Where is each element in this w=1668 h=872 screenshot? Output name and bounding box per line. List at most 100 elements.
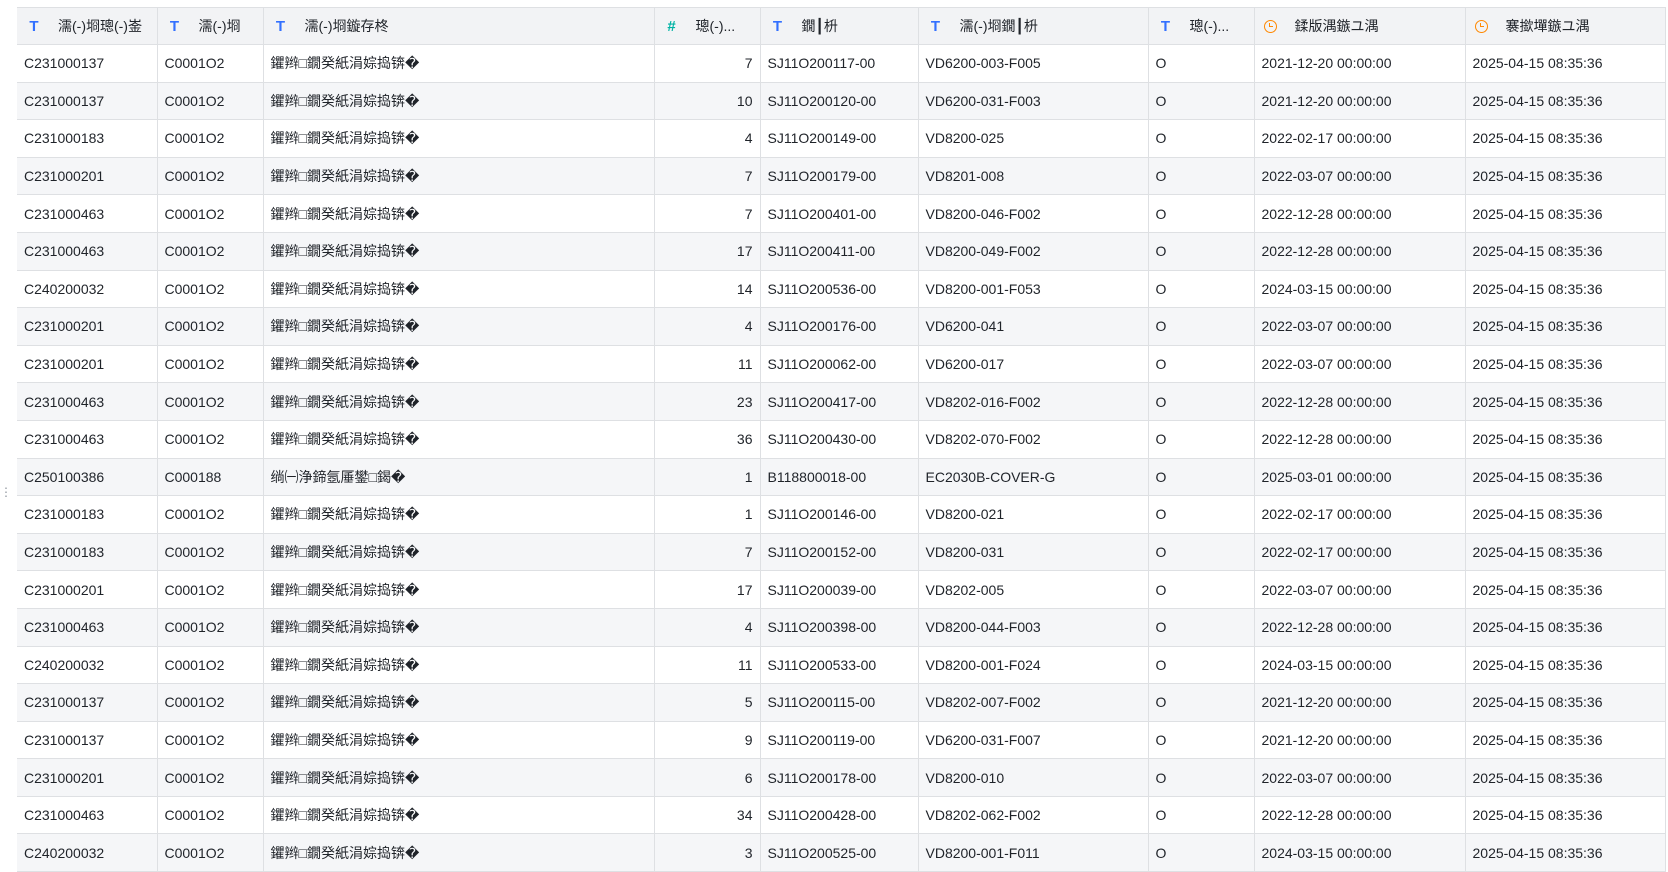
table-cell[interactable]: 2022-12-28 00:00:00 [1254,194,1466,233]
table-cell[interactable]: 鑺辫□鐗癸紙涓婃捣锛� [263,796,655,835]
table-cell[interactable]: C0001O2 [157,608,264,647]
table-cell[interactable]: C240200032 [17,833,158,872]
table-cell[interactable]: 2025-04-15 08:35:36 [1465,420,1666,459]
table-cell[interactable]: 鑺辫□鐗癸紙涓婃捣锛� [263,646,655,685]
table-cell[interactable]: VD8202-062-F002 [918,796,1149,835]
table-cell[interactable]: 2025-04-15 08:35:36 [1465,646,1666,685]
column-header[interactable]: T 濡(-)埛 [157,7,264,45]
table-row[interactable]: C231000463 C0001O2 鑺辫□鐗癸紙涓婃捣锛� 34 SJ11O20042… [17,796,1666,835]
table-cell[interactable]: 2025-04-15 08:35:36 [1465,570,1666,609]
table-cell[interactable]: C0001O2 [157,194,264,233]
table-cell[interactable]: 2025-04-15 08:35:36 [1465,608,1666,647]
table-cell[interactable]: 11 [654,345,761,384]
table-cell[interactable]: 绱㈠浄鍗氬厜鐢□鍻� [263,458,655,497]
table-cell[interactable]: VD8200-031 [918,533,1149,572]
table-cell[interactable]: 17 [654,232,761,271]
table-cell[interactable]: SJ11O200039-00 [760,570,919,609]
table-cell[interactable]: C231000183 [17,119,158,158]
table-row[interactable]: C250100386 C000188 绱㈠浄鍗氬厜鐢□鍻� 1 B118800018-0… [17,458,1666,497]
table-cell[interactable]: 6 [654,758,761,797]
table-cell[interactable]: 2025-04-15 08:35:36 [1465,721,1666,760]
table-cell[interactable]: 2021-12-20 00:00:00 [1254,721,1466,760]
table-cell[interactable]: O [1148,533,1255,572]
table-cell[interactable]: 23 [654,382,761,421]
table-cell[interactable]: SJ11O200120-00 [760,82,919,121]
table-cell[interactable]: C231000201 [17,570,158,609]
table-cell[interactable]: 2024-03-15 00:00:00 [1254,646,1466,685]
table-cell[interactable]: O [1148,270,1255,309]
table-cell[interactable]: 2022-03-07 00:00:00 [1254,570,1466,609]
table-cell[interactable]: EC2030B-COVER-G [918,458,1149,497]
table-cell[interactable]: VD6200-031-F003 [918,82,1149,121]
table-row[interactable]: C231000201 C0001O2 鑺辫□鐗癸紙涓婃捣锛� 6 SJ11O200178… [17,758,1666,797]
table-cell[interactable]: C0001O2 [157,646,264,685]
column-header[interactable]: T 濡(-)埛鏇存柊 [263,7,655,45]
table-cell[interactable]: 2025-04-15 08:35:36 [1465,495,1666,534]
table-cell[interactable]: C0001O2 [157,345,264,384]
table-cell[interactable]: 2025-04-15 08:35:36 [1465,157,1666,196]
table-cell[interactable]: 2022-12-28 00:00:00 [1254,608,1466,647]
table-cell[interactable]: C0001O2 [157,270,264,309]
table-cell[interactable]: O [1148,608,1255,647]
table-cell[interactable]: 2022-02-17 00:00:00 [1254,533,1466,572]
table-cell[interactable]: O [1148,44,1255,83]
table-cell[interactable]: 7 [654,157,761,196]
table-cell[interactable]: 2025-04-15 08:35:36 [1465,307,1666,346]
table-cell[interactable]: C231000463 [17,232,158,271]
table-row[interactable]: C231000463 C0001O2 鑺辫□鐗癸紙涓婃捣锛� 17 SJ11O20041… [17,232,1666,271]
table-row[interactable]: C231000183 C0001O2 鑺辫□鐗癸紙涓婃捣锛� 4 SJ11O200149… [17,119,1666,158]
table-cell[interactable]: C0001O2 [157,570,264,609]
table-cell[interactable]: SJ11O200525-00 [760,833,919,872]
table-cell[interactable]: VD6200-031-F007 [918,721,1149,760]
table-cell[interactable]: 2025-04-15 08:35:36 [1465,533,1666,572]
table-cell[interactable]: VD6200-003-F005 [918,44,1149,83]
table-cell[interactable]: C231000201 [17,758,158,797]
table-cell[interactable]: VD8200-021 [918,495,1149,534]
table-cell[interactable]: 9 [654,721,761,760]
table-cell[interactable]: 3 [654,833,761,872]
table-cell[interactable]: SJ11O200117-00 [760,44,919,83]
table-cell[interactable]: C0001O2 [157,232,264,271]
table-cell[interactable]: 鑺辫□鐗癸紙涓婃捣锛� [263,270,655,309]
table-cell[interactable]: VD8200-001-F024 [918,646,1149,685]
table-cell[interactable]: SJ11O200411-00 [760,232,919,271]
table-cell[interactable]: B118800018-00 [760,458,919,497]
table-cell[interactable]: C231000137 [17,44,158,83]
table-cell[interactable]: C0001O2 [157,157,264,196]
table-row[interactable]: C231000137 C0001O2 鑺辫□鐗癸紙涓婃捣锛� 10 SJ11O20012… [17,82,1666,121]
table-cell[interactable]: C0001O2 [157,758,264,797]
table-cell[interactable]: 1 [654,495,761,534]
table-cell[interactable]: 2021-12-20 00:00:00 [1254,82,1466,121]
table-cell[interactable]: 2022-12-28 00:00:00 [1254,382,1466,421]
table-cell[interactable]: C0001O2 [157,420,264,459]
column-header[interactable]: T 鐗┃枡 [760,7,919,45]
table-cell[interactable]: 2022-02-17 00:00:00 [1254,495,1466,534]
table-cell[interactable]: 2025-04-15 08:35:36 [1465,82,1666,121]
table-cell[interactable]: O [1148,119,1255,158]
table-cell[interactable]: 鑺辫□鐗癸紙涓婃捣锛� [263,194,655,233]
table-row[interactable]: C231000463 C0001O2 鑺辫□鐗癸紙涓婃捣锛� 7 SJ11O200401… [17,194,1666,233]
table-cell[interactable]: 鑺辫□鐗癸紙涓婃捣锛� [263,533,655,572]
table-cell[interactable]: C240200032 [17,646,158,685]
table-cell[interactable]: C250100386 [17,458,158,497]
table-cell[interactable]: VD8201-008 [918,157,1149,196]
row-drag-handle-icon[interactable]: ⋮ [0,486,12,506]
table-row[interactable]: C231000183 C0001O2 鑺辫□鐗癸紙涓婃捣锛� 7 SJ11O200152… [17,533,1666,572]
column-header[interactable]: T 濡(-)埛璁(-)崟 [17,7,158,45]
table-cell[interactable]: VD8202-005 [918,570,1149,609]
table-cell[interactable]: VD8202-007-F002 [918,683,1149,722]
table-cell[interactable]: VD8200-010 [918,758,1149,797]
table-cell[interactable]: C231000137 [17,683,158,722]
table-cell[interactable]: C231000463 [17,382,158,421]
table-cell[interactable]: 2025-04-15 08:35:36 [1465,382,1666,421]
table-cell[interactable]: 2025-04-15 08:35:36 [1465,796,1666,835]
table-cell[interactable]: VD8200-025 [918,119,1149,158]
table-cell[interactable]: C231000183 [17,533,158,572]
table-cell[interactable]: C231000137 [17,82,158,121]
table-cell[interactable]: 鑺辫□鐗癸紙涓婃捣锛� [263,570,655,609]
table-cell[interactable]: SJ11O200536-00 [760,270,919,309]
table-cell[interactable]: O [1148,382,1255,421]
table-cell[interactable]: 10 [654,82,761,121]
table-cell[interactable]: SJ11O200178-00 [760,758,919,797]
table-cell[interactable]: VD8200-046-F002 [918,194,1149,233]
